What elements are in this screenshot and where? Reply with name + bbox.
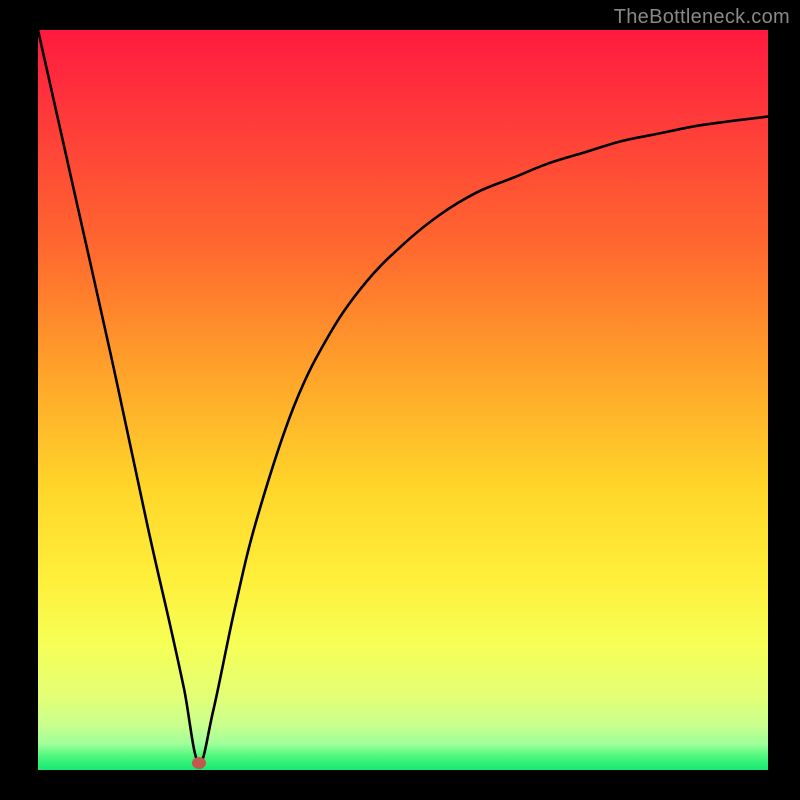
optimum-marker	[192, 757, 206, 769]
bottleneck-curve	[38, 30, 768, 770]
chart-frame: TheBottleneck.com	[0, 0, 800, 800]
watermark-text: TheBottleneck.com	[614, 6, 790, 29]
plot-area	[38, 30, 768, 770]
